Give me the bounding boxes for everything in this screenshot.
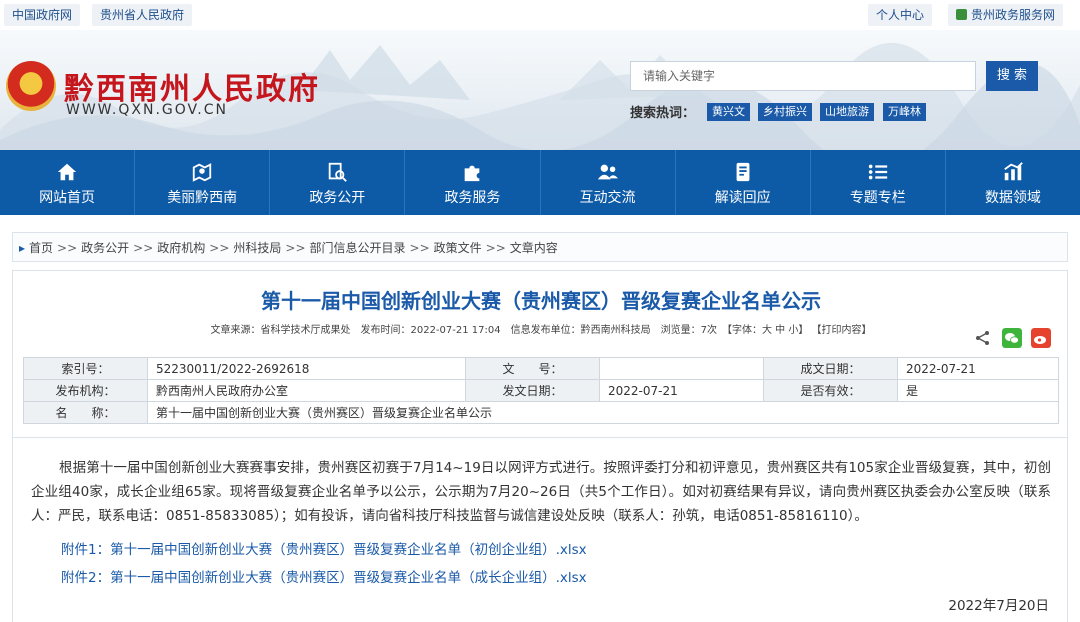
wechat-icon[interactable] [1001, 327, 1022, 348]
crumb-catalog[interactable]: 部门信息公开目录 [310, 241, 406, 255]
nav-gov-service[interactable]: 政务服务 [405, 150, 541, 215]
people-icon [597, 164, 618, 180]
site-header: 黔西南州人民政府 WWW.QXN.GOV.CN 请输入关键字 搜 索 搜索热词：… [0, 30, 1080, 150]
crumb-tech-bureau[interactable]: 州科技局 [233, 241, 281, 255]
nav-data-domain[interactable]: 数据领域 [946, 150, 1080, 215]
article-title: 第十一届中国创新创业大赛（贵州赛区）晋级复赛企业名单公示 [261, 289, 821, 313]
hot-tag[interactable]: 乡村振兴 [758, 103, 812, 121]
crumb-policy[interactable]: 政策文件 [434, 241, 482, 255]
hot-tag[interactable]: 黄兴文 [707, 103, 750, 121]
nav-interpretation[interactable]: 解读回应 [676, 150, 811, 215]
search-button[interactable]: 搜 索 [986, 61, 1038, 91]
table-row: 名 称： 第十一届中国创新创业大赛（贵州赛区）晋级复赛企业名单公示 [23, 401, 1059, 424]
share-bar [969, 327, 1051, 349]
link-gov-service[interactable]: 贵州政务服务网 [948, 4, 1064, 26]
arrow-right-icon: ▸ [19, 241, 26, 255]
link-personal-center[interactable]: 个人中心 [868, 4, 933, 26]
list-icon [868, 164, 887, 180]
weibo-icon[interactable] [1031, 327, 1051, 348]
nav-interaction[interactable]: 互动交流 [541, 150, 676, 215]
site-url: WWW.QXN.GOV.CN [66, 102, 228, 118]
nav-special-topics[interactable]: 专题专栏 [811, 150, 946, 215]
table-row: 索引号： 52230011/2022-2692618 文 号： 成文日期： 20… [23, 357, 1059, 380]
document-search-icon [329, 162, 348, 182]
crumb-gov-org[interactable]: 政府机构 [157, 241, 205, 255]
article-header: 第十一届中国创新创业大赛（贵州赛区）晋级复赛企业名单公示 文章来源：省科学技术厅… [12, 270, 1068, 438]
share-icon[interactable] [973, 328, 993, 348]
main-nav: 网站首页 美丽黔西南 政务公开 政务服务 互动交流 解读回应 专题专栏 数据领域 [0, 150, 1080, 215]
hot-tag[interactable]: 山地旅游 [820, 103, 874, 121]
chart-icon [1004, 162, 1023, 181]
breadcrumb: ▸ 首页 >> 政务公开 >> 政府机构 >> 州科技局 >> 部门信息公开目录 >> 政策文件 >> 文… [12, 232, 1068, 262]
publish-date: 2022年7月20日 [948, 598, 1049, 614]
info-table: 索引号： 52230011/2022-2692618 文 号： 成文日期： 20… [23, 357, 1059, 424]
hot-words-label: 搜索热词： [630, 106, 696, 121]
article-paragraph: 根据第十一届中国创新创业大赛赛事安排，贵州赛区初赛于7月14~19日以网评方式进… [31, 460, 1051, 524]
home-icon [57, 163, 77, 181]
crumb-gov-open[interactable]: 政务公开 [81, 241, 129, 255]
nav-gov-affairs-open[interactable]: 政务公开 [270, 150, 406, 215]
table-row: 发布机构： 黔西南州人民政府办公室 发文日期： 2022-07-21 是否有效：… [23, 379, 1059, 402]
link-guizhou-gov[interactable]: 贵州省人民政府 [92, 4, 193, 26]
nav-home[interactable]: 网站首页 [0, 150, 136, 215]
search-input[interactable]: 请输入关键字 [630, 61, 976, 91]
notes-icon [736, 162, 750, 182]
national-emblem-icon [6, 61, 56, 111]
attachment-link-1[interactable]: 附件1：第十一届中国创新创业大赛（贵州赛区）晋级复赛企业名单（初创企业组）.xl… [61, 538, 587, 558]
article-meta: 文章来源：省科学技术厅成果处 发布时间：2022-07-21 17:04 信息发… [210, 325, 872, 336]
map-pin-icon [193, 163, 212, 182]
puzzle-icon [465, 165, 480, 182]
link-gov-cn[interactable]: 中国政府网 [4, 4, 81, 26]
article-body: 根据第十一届中国创新创业大赛赛事安排，贵州赛区初赛于7月14~19日以网评方式进… [12, 438, 1068, 622]
attachment-link-2[interactable]: 附件2：第十一届中国创新创业大赛（贵州赛区）晋级复赛企业名单（成长企业组）.xl… [61, 566, 587, 586]
crumb-current: 文章内容 [509, 241, 558, 255]
nav-beautiful-qxn[interactable]: 美丽黔西南 [135, 150, 271, 215]
service-icon [956, 9, 967, 20]
crumb-home[interactable]: 首页 [29, 241, 53, 255]
hot-tag[interactable]: 万峰林 [883, 103, 926, 121]
top-bar: 中国政府网 贵州省人民政府 个人中心 贵州政务服务网 [0, 0, 1080, 30]
